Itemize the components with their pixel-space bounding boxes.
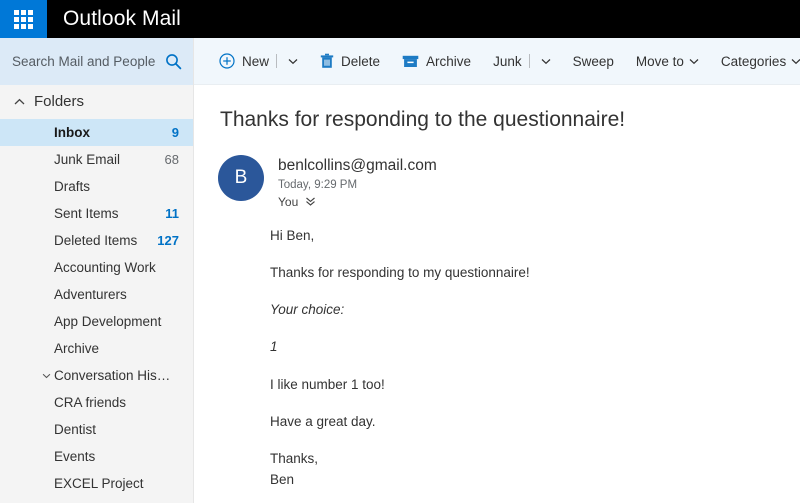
main-body: Search Mail and People Folders Inbox 9 Jun… bbox=[0, 38, 800, 503]
sidebar-item-cra-friends[interactable]: CRA friends bbox=[0, 389, 193, 416]
app-title: Outlook Mail bbox=[63, 7, 181, 30]
content-area: New Delete Archive Junk Sweep Move to Ca… bbox=[194, 38, 800, 503]
message-body-paragraph: Hi Ben, bbox=[270, 227, 315, 243]
folder-list: Inbox 9 Junk Email 68 Drafts Sent Items 11 Dele… bbox=[0, 118, 193, 503]
sidebar-item-count: 127 bbox=[157, 233, 179, 248]
message-body-paragraph: Thanks, bbox=[270, 451, 319, 467]
chevron-up-icon bbox=[14, 98, 30, 106]
archive-button[interactable]: Archive bbox=[391, 38, 482, 85]
sidebar-item-count: 68 bbox=[164, 152, 179, 167]
archive-box-icon bbox=[402, 54, 419, 69]
message-subject: Thanks for responding to the questionnai… bbox=[220, 108, 626, 131]
sidebar-item-count: 11 bbox=[165, 206, 179, 221]
archive-button-label: Archive bbox=[426, 53, 472, 69]
search-icon[interactable] bbox=[163, 52, 183, 72]
sidebar-item-deleted-items[interactable]: Deleted Items 127 bbox=[0, 227, 193, 254]
sidebar-item-drafts[interactable]: Drafts bbox=[0, 173, 193, 200]
new-button[interactable]: New bbox=[208, 38, 309, 85]
chevron-down-icon[interactable] bbox=[791, 58, 800, 65]
junk-button-divider bbox=[528, 54, 530, 68]
categories-button-label: Categories bbox=[720, 53, 787, 69]
sidebar-item-label: App Development bbox=[54, 314, 162, 329]
sidebar-item-label: CRA friends bbox=[54, 395, 127, 410]
message-metadata: benlcollins@gmail.com Today, 9:29 PM You bbox=[278, 154, 437, 208]
message-body-paragraph: 1 bbox=[270, 339, 278, 355]
chevron-down-icon[interactable] bbox=[541, 58, 551, 65]
plus-circle-icon bbox=[219, 53, 235, 69]
new-button-divider bbox=[276, 54, 278, 68]
sender-avatar[interactable]: B bbox=[218, 155, 264, 202]
sidebar-item-sent-items[interactable]: Sent Items 11 bbox=[0, 200, 193, 227]
search-box[interactable]: Search Mail and People bbox=[0, 38, 193, 85]
chevron-down-icon[interactable] bbox=[288, 58, 298, 65]
sidebar-item-excel-project[interactable]: EXCEL Project bbox=[0, 470, 193, 497]
sidebar-item-count: 9 bbox=[171, 125, 179, 140]
message-body-paragraph: Have a great day. bbox=[270, 413, 376, 429]
sidebar-item-label: Accounting Work bbox=[54, 260, 156, 275]
sidebar-item-label: Drafts bbox=[54, 179, 91, 194]
sweep-button-label: Sweep bbox=[572, 53, 614, 69]
sidebar-item-events[interactable]: Events bbox=[0, 443, 193, 470]
sidebar-item-label: Deleted Items bbox=[54, 233, 138, 248]
sidebar-item-dentist[interactable]: Dentist bbox=[0, 416, 193, 443]
sidebar-item-label: EXCEL Project bbox=[54, 476, 144, 491]
delete-button-label: Delete bbox=[341, 53, 381, 69]
search-input[interactable]: Search Mail and People bbox=[12, 54, 163, 69]
message-body: Hi Ben, Thanks for responding to my quest… bbox=[218, 227, 770, 489]
folders-section-label: Folders bbox=[34, 93, 85, 110]
sidebar-item-adventurers[interactable]: Adventurers bbox=[0, 281, 193, 308]
outlook-mail-window: Outlook Mail Search Mail and People Fold… bbox=[0, 0, 800, 503]
sidebar-item-label: Inbox bbox=[54, 125, 90, 140]
trash-icon bbox=[320, 53, 334, 69]
reading-pane: Thanks for responding to the questionnai… bbox=[194, 85, 800, 503]
sender-address[interactable]: benlcollins@gmail.com bbox=[278, 156, 437, 175]
sidebar-item-label: Dentist bbox=[54, 422, 97, 437]
sidebar-item-accounting-work[interactable]: Accounting Work bbox=[0, 254, 193, 281]
message-body-paragraph: Your choice: bbox=[270, 302, 345, 318]
message-header: B benlcollins@gmail.com Today, 9:29 PM Y… bbox=[218, 154, 770, 209]
message-body-paragraph: Ben bbox=[270, 472, 295, 488]
sidebar-item-archive[interactable]: Archive bbox=[0, 335, 193, 362]
junk-button-label: Junk bbox=[493, 53, 522, 69]
message-timestamp: Today, 9:29 PM bbox=[278, 178, 358, 191]
move-to-button-label: Move to bbox=[635, 53, 684, 69]
delete-button[interactable]: Delete bbox=[309, 38, 391, 85]
recipients-label: You bbox=[278, 194, 299, 209]
message-body-paragraph: I like number 1 too! bbox=[270, 376, 385, 392]
message-body-paragraph: Thanks for responding to my questionnair… bbox=[270, 264, 530, 280]
new-button-label: New bbox=[242, 53, 270, 69]
sidebar-item-label: Sent Items bbox=[54, 206, 119, 221]
recipients-toggle[interactable]: You bbox=[278, 195, 316, 209]
top-navigation-bar: Outlook Mail bbox=[0, 0, 800, 38]
sweep-button[interactable]: Sweep bbox=[562, 38, 625, 85]
sidebar-item-junk-email[interactable]: Junk Email 68 bbox=[0, 146, 193, 173]
categories-button[interactable]: Categories bbox=[710, 38, 800, 85]
chevron-down-icon[interactable] bbox=[689, 58, 699, 65]
junk-button[interactable]: Junk bbox=[482, 38, 562, 85]
command-bar: New Delete Archive Junk Sweep Move to Ca… bbox=[194, 38, 800, 85]
sidebar-item-label: Adventurers bbox=[54, 287, 127, 302]
double-chevron-down-icon bbox=[305, 196, 316, 207]
sidebar-item-label: Conversation History bbox=[54, 368, 179, 383]
sidebar: Search Mail and People Folders Inbox 9 Jun… bbox=[0, 38, 194, 503]
sidebar-item-inbox[interactable]: Inbox 9 bbox=[0, 119, 193, 146]
sidebar-item-app-development[interactable]: App Development bbox=[0, 308, 193, 335]
chevron-down-icon bbox=[38, 373, 54, 379]
sidebar-item-conversation-history[interactable]: Conversation History bbox=[0, 362, 193, 389]
move-to-button[interactable]: Move to bbox=[625, 38, 710, 85]
sidebar-item-label: Events bbox=[54, 449, 96, 464]
folders-section-header[interactable]: Folders bbox=[0, 85, 193, 118]
app-launcher-button[interactable] bbox=[0, 0, 47, 38]
sidebar-item-label: Archive bbox=[54, 341, 100, 356]
app-launcher-grid-icon bbox=[14, 9, 33, 29]
sidebar-item-label: Junk Email bbox=[54, 152, 121, 167]
